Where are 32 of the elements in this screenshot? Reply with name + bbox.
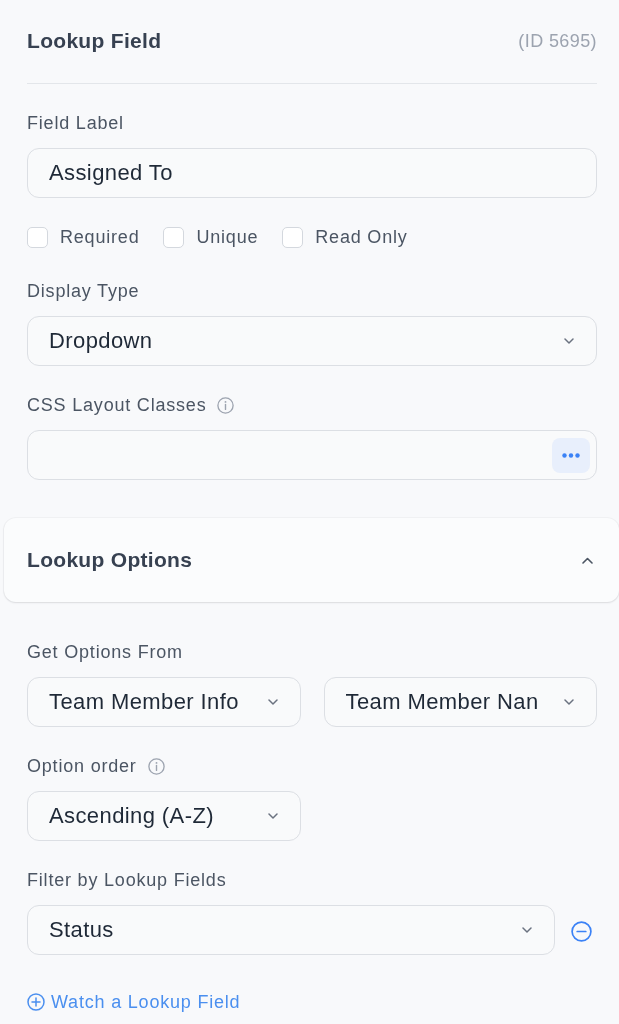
section-header[interactable]: Lookup Options [4,518,619,602]
checkbox[interactable] [163,226,185,248]
field-label: Get Options From [27,641,183,663]
field-label: Option order [27,755,137,777]
chevron-down-icon [522,927,532,933]
checkbox-label: Read Only [315,226,408,248]
minus-circle-icon[interactable] [571,920,592,942]
section-title: Lookup Options [27,547,193,573]
dropdown[interactable]: Status [27,905,555,955]
dropdown[interactable]: Dropdown [27,316,597,366]
dropdown[interactable]: Team Member Info [27,677,301,727]
field-label: CSS Layout Classes [27,394,207,416]
checkbox[interactable] [27,226,48,248]
dropdown[interactable]: Team Member Nan [323,677,597,727]
text-field[interactable]: Assigned To [27,148,597,198]
chevron-down-icon [564,699,574,705]
chevron-down-icon [564,338,574,344]
field-label: Display Type [27,280,140,302]
checkbox-label: Unique [196,226,259,248]
chevron-down-icon [267,699,278,705]
id-label: (ID 5695) [518,30,597,52]
field-label: Field Label [27,112,124,134]
plus-circle-icon [27,993,45,1011]
field-label: Filter by Lookup Fields [27,869,227,891]
dropdown[interactable]: Ascending (A-Z) [27,791,301,841]
checkbox-label: Required [60,226,140,248]
chevron-down-icon [268,813,278,819]
panel-title: Lookup Field [27,28,162,54]
text-field[interactable] [27,430,597,480]
ellipsis-icon [562,452,580,458]
checkbox[interactable] [282,226,304,248]
more-button[interactable] [552,437,590,473]
